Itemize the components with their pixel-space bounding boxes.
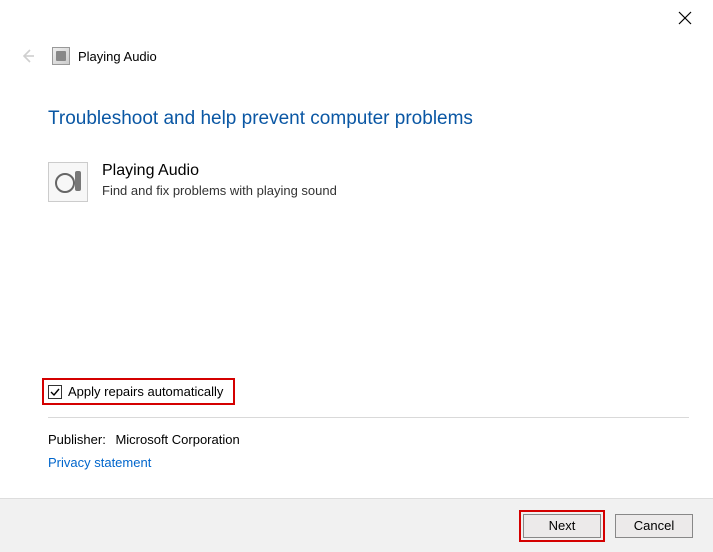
publisher-row: Publisher: Microsoft Corporation — [48, 432, 689, 447]
back-button[interactable] — [16, 44, 40, 68]
window-title: Playing Audio — [78, 49, 157, 64]
publisher-value: Microsoft Corporation — [115, 432, 239, 447]
audio-icon — [48, 162, 88, 202]
publisher-label: Publisher: — [48, 432, 106, 447]
page-heading: Troubleshoot and help prevent computer p… — [48, 108, 689, 130]
troubleshooter-icon — [52, 47, 70, 65]
header: Playing Audio — [16, 44, 157, 68]
cancel-button[interactable]: Cancel — [615, 514, 693, 538]
lower-block: Apply repairs automatically Publisher: M… — [48, 378, 689, 470]
content-area: Troubleshoot and help prevent computer p… — [48, 108, 689, 202]
troubleshooter-item: Playing Audio Find and fix problems with… — [48, 162, 689, 202]
troubleshooter-title: Playing Audio — [102, 162, 337, 180]
apply-repairs-checkbox[interactable]: Apply repairs automatically — [42, 378, 235, 405]
close-icon — [678, 11, 692, 25]
footer-bar: Next Cancel — [0, 498, 713, 552]
next-button[interactable]: Next — [523, 514, 601, 538]
next-button-highlight: Next — [519, 510, 605, 542]
apply-repairs-label: Apply repairs automatically — [68, 384, 223, 399]
privacy-statement-link[interactable]: Privacy statement — [48, 455, 689, 470]
divider — [48, 417, 689, 418]
checkbox-icon — [48, 385, 62, 399]
close-button[interactable] — [675, 8, 695, 28]
back-arrow-icon — [19, 47, 37, 65]
troubleshooter-description: Find and fix problems with playing sound — [102, 183, 337, 198]
